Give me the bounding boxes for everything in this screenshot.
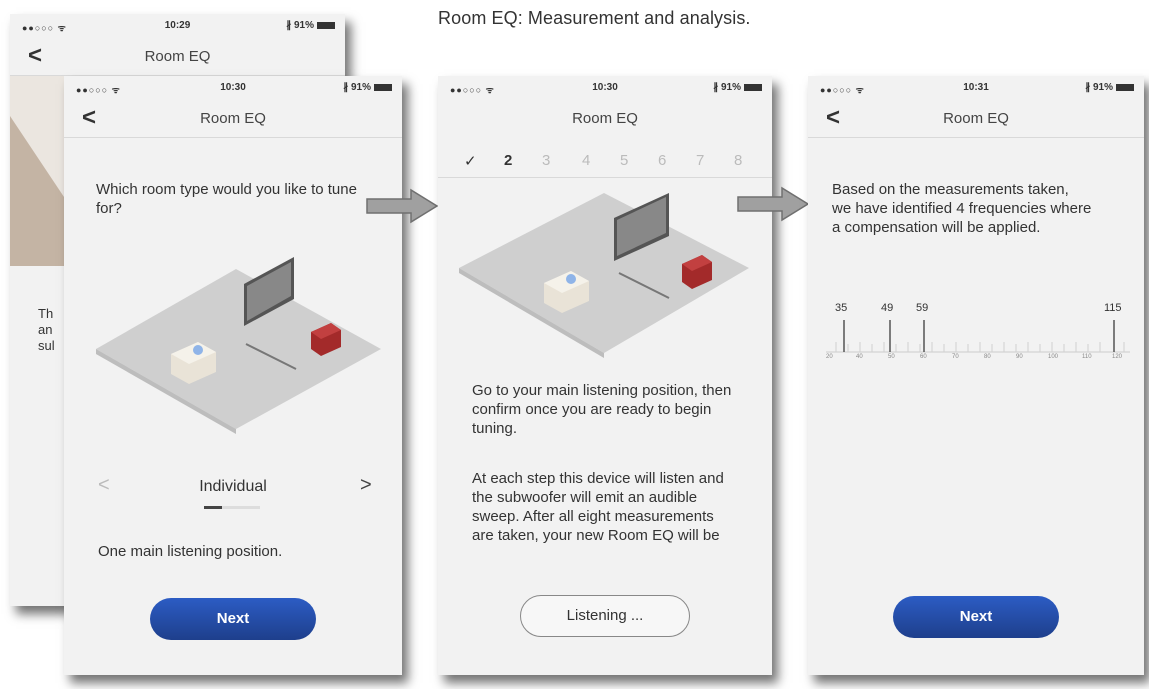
frequency-scale: 35 49 59 115 20 40 50 60 70 80 90 100 11… (826, 302, 1130, 374)
frequency-label: 59 (916, 302, 929, 314)
step-done-check-icon: ✓ (464, 153, 477, 170)
battery-icon: ∦ 91% (713, 82, 762, 93)
room-type-description: One main listening position. (98, 543, 283, 560)
status-bar: ●●○○○ ᯤ 10:30 ∦ 91% (64, 76, 402, 98)
instruction-text: Go to your main listening position, then… (472, 382, 732, 437)
step-6: 6 (658, 152, 667, 169)
partial-text: Th an sul (38, 306, 55, 353)
next-button[interactable]: Next (150, 598, 316, 640)
nav-bar: Room EQ (438, 98, 772, 138)
room-type-question: Which room type would you like to tune f… (96, 181, 357, 217)
flow-arrow-icon (366, 188, 439, 224)
next-chevron-icon[interactable]: > (360, 474, 372, 497)
nav-bar: < Room EQ (64, 98, 402, 138)
step-7: 7 (696, 152, 705, 169)
measurement-screen: ●●○○○ ᯤ 10:30 ∦ 91% Room EQ ✓ 2 3 4 5 6 … (438, 76, 772, 675)
frequency-label: 115 (1104, 302, 1122, 314)
analysis-screen: ●●○○○ ᯤ 10:31 ∦ 91% < Room EQ Based on t… (808, 76, 1144, 675)
room-type-screen: ●●○○○ ᯤ 10:30 ∦ 91% < Room EQ Which room… (64, 76, 402, 675)
status-bar: ●●○○○ ᯤ 10:29 ∦ 91% (10, 14, 345, 36)
room-image (10, 76, 70, 266)
frequency-label: 49 (881, 302, 894, 314)
nav-title: Room EQ (200, 110, 266, 127)
nav-title: Room EQ (572, 110, 638, 127)
nav-title: Room EQ (144, 48, 211, 65)
step-4: 4 (582, 152, 591, 169)
battery-icon: ∦ 91% (1085, 82, 1134, 93)
status-bar: ●●○○○ ᯤ 10:31 ∦ 91% (808, 76, 1144, 98)
room-illustration (459, 193, 749, 358)
room-illustration (96, 257, 381, 434)
step-indicator: ✓ 2 3 4 5 6 7 8 (438, 148, 772, 178)
step-2: 2 (504, 152, 513, 169)
step-8: 8 (734, 152, 743, 169)
nav-bar: < Room EQ (10, 36, 345, 76)
step-3: 3 (542, 152, 551, 169)
nav-title: Room EQ (943, 110, 1009, 127)
listening-button[interactable]: Listening ... (520, 595, 690, 637)
step-5: 5 (620, 152, 629, 169)
battery-icon: ∦ 91% (286, 20, 335, 31)
measurement-detail-text: At each step this device will listen and… (472, 470, 724, 544)
page-indicator (204, 506, 260, 509)
analysis-summary: Based on the measurements taken, we have… (832, 181, 1092, 236)
battery-icon: ∦ 91% (343, 82, 392, 93)
nav-bar: < Room EQ (808, 98, 1144, 138)
next-button[interactable]: Next (893, 596, 1059, 638)
figure-caption: Room EQ: Measurement and analysis. (438, 8, 751, 28)
flow-arrow-icon (737, 186, 810, 222)
status-bar: ●●○○○ ᯤ 10:30 ∦ 91% (438, 76, 772, 98)
room-type-label: Individual (199, 478, 267, 495)
frequency-label: 35 (835, 302, 848, 314)
scale-tick-labels: 20 40 50 60 70 80 90 100 110 120 (826, 354, 1123, 360)
